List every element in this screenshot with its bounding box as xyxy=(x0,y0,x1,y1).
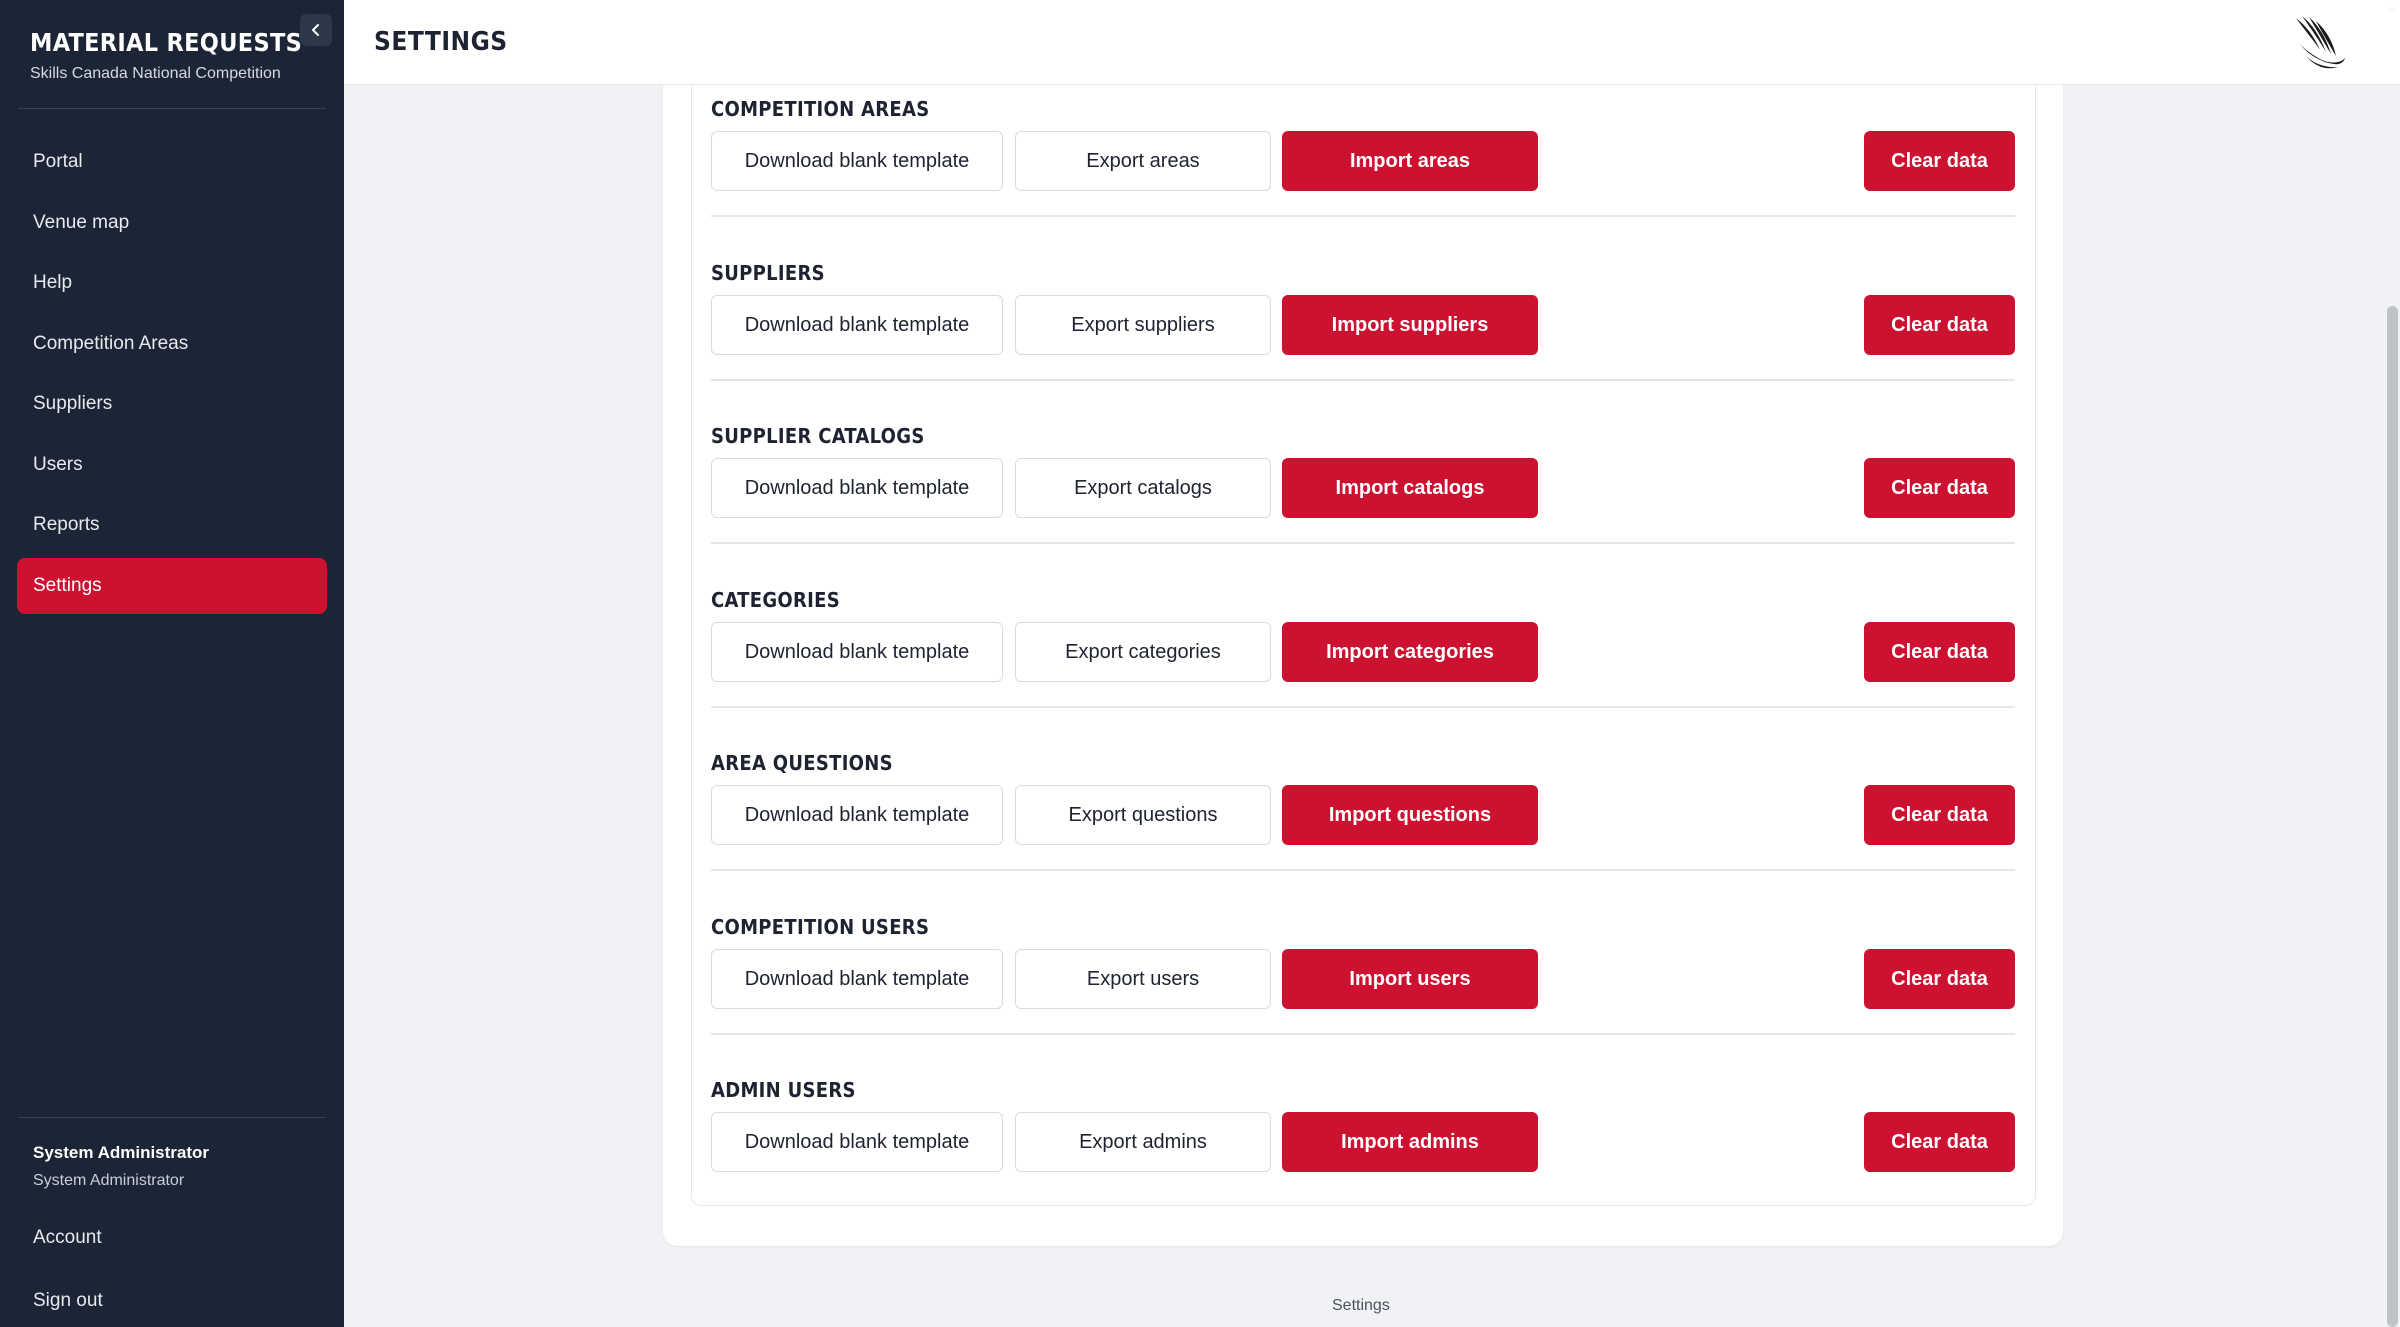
page-title: SETTINGS xyxy=(374,27,508,57)
section-competition-areas: COMPETITION AREAS Download blank templat… xyxy=(711,97,2015,261)
section-title: ADMIN USERS xyxy=(711,1078,856,1102)
section-suppliers: SUPPLIERS Download blank template Export… xyxy=(711,261,2015,425)
clear-data-button[interactable]: Clear data xyxy=(1864,458,2015,518)
sidebar-nav: Portal Venue map Help Competition Areas … xyxy=(17,134,327,618)
sidebar-item-reports[interactable]: Reports xyxy=(17,497,327,553)
download-template-button[interactable]: Download blank template xyxy=(711,295,1003,355)
import-admins-button[interactable]: Import admins xyxy=(1282,1112,1538,1172)
section-area-questions: AREA QUESTIONS Download blank template E… xyxy=(711,751,2015,915)
clear-data-button[interactable]: Clear data xyxy=(1864,1112,2015,1172)
sidebar-item-users[interactable]: Users xyxy=(17,437,327,493)
download-template-button[interactable]: Download blank template xyxy=(711,1112,1003,1172)
sidebar-item-label: Suppliers xyxy=(33,393,113,414)
export-questions-button[interactable]: Export questions xyxy=(1015,785,1271,845)
sidebar-item-label: Help xyxy=(33,272,73,293)
export-areas-button[interactable]: Export areas xyxy=(1015,131,1271,191)
section-divider xyxy=(711,869,2015,871)
section-categories: CATEGORIES Download blank template Expor… xyxy=(711,588,2015,752)
clear-data-button[interactable]: Clear data xyxy=(1864,785,2015,845)
section-title: SUPPLIERS xyxy=(711,261,825,285)
sidebar-item-suppliers[interactable]: Suppliers xyxy=(17,376,327,432)
import-areas-button[interactable]: Import areas xyxy=(1282,131,1538,191)
top-header: SETTINGS xyxy=(344,0,2400,85)
section-divider xyxy=(711,1033,2015,1035)
section-supplier-catalogs: SUPPLIER CATALOGS Download blank templat… xyxy=(711,424,2015,588)
import-categories-button[interactable]: Import categories xyxy=(1282,622,1538,682)
section-divider xyxy=(711,542,2015,544)
section-title: CATEGORIES xyxy=(711,588,841,612)
export-admins-button[interactable]: Export admins xyxy=(1015,1112,1271,1172)
section-admin-users: ADMIN USERS Download blank template Expo… xyxy=(711,1078,2015,1242)
sidebar: MATERIAL REQUESTS Skills Canada National… xyxy=(0,0,344,1327)
sidebar-item-portal[interactable]: Portal xyxy=(17,134,327,190)
sign-out-link[interactable]: Sign out xyxy=(33,1290,103,1312)
section-title: COMPETITION AREAS xyxy=(711,97,930,121)
export-catalogs-button[interactable]: Export catalogs xyxy=(1015,458,1271,518)
app-title: MATERIAL REQUESTS xyxy=(30,28,303,57)
account-link[interactable]: Account xyxy=(33,1227,102,1249)
section-title: COMPETITION USERS xyxy=(711,915,930,939)
sidebar-item-venue-map[interactable]: Venue map xyxy=(17,195,327,251)
sidebar-item-label: Venue map xyxy=(33,211,130,233)
sidebar-item-label: Competition Areas xyxy=(33,332,189,354)
page-scrollbar[interactable] xyxy=(2385,0,2400,1327)
export-suppliers-button[interactable]: Export suppliers xyxy=(1015,295,1271,355)
section-divider xyxy=(711,706,2015,708)
user-name: System Administrator xyxy=(33,1143,210,1162)
sidebar-item-label: Portal xyxy=(33,151,83,172)
clear-data-button[interactable]: Clear data xyxy=(1864,949,2015,1009)
export-users-button[interactable]: Export users xyxy=(1015,949,1271,1009)
clear-data-button[interactable]: Clear data xyxy=(1864,131,2015,191)
section-competition-users: COMPETITION USERS Download blank templat… xyxy=(711,915,2015,1079)
sidebar-item-label: Settings xyxy=(33,574,102,596)
import-catalogs-button[interactable]: Import catalogs xyxy=(1282,458,1538,518)
import-questions-button[interactable]: Import questions xyxy=(1282,785,1538,845)
skills-logo-icon xyxy=(2296,16,2345,69)
chevron-left-icon xyxy=(312,24,319,36)
brand: MATERIAL REQUESTS Skills Canada National… xyxy=(30,28,302,83)
download-template-button[interactable]: Download blank template xyxy=(711,131,1003,191)
collapse-sidebar-button[interactable] xyxy=(300,14,332,46)
export-categories-button[interactable]: Export categories xyxy=(1015,622,1271,682)
clear-data-button[interactable]: Clear data xyxy=(1864,622,2015,682)
download-template-button[interactable]: Download blank template xyxy=(711,785,1003,845)
section-title: SUPPLIER CATALOGS xyxy=(711,424,925,448)
import-suppliers-button[interactable]: Import suppliers xyxy=(1282,295,1538,355)
scrollbar-thumb[interactable] xyxy=(2387,306,2398,1327)
sidebar-divider xyxy=(18,1117,326,1118)
sidebar-item-help[interactable]: Help xyxy=(17,255,327,311)
sidebar-divider xyxy=(18,108,326,109)
clear-data-button[interactable]: Clear data xyxy=(1864,295,2015,355)
download-template-button[interactable]: Download blank template xyxy=(711,949,1003,1009)
section-divider xyxy=(711,379,2015,381)
section-divider xyxy=(711,215,2015,217)
user-role: System Administrator xyxy=(33,1172,185,1189)
download-template-button[interactable]: Download blank template xyxy=(711,622,1003,682)
app-subtitle: Skills Canada National Competition xyxy=(30,65,281,82)
import-users-button[interactable]: Import users xyxy=(1282,949,1538,1009)
footer-text: Settings xyxy=(1332,1297,1390,1314)
section-title: AREA QUESTIONS xyxy=(711,751,893,775)
download-template-button[interactable]: Download blank template xyxy=(711,458,1003,518)
sidebar-item-label: Users xyxy=(33,453,83,475)
sidebar-item-label: Reports xyxy=(33,514,100,535)
sidebar-item-competition-areas[interactable]: Competition Areas xyxy=(17,316,327,372)
sidebar-item-settings[interactable]: Settings xyxy=(17,557,327,614)
